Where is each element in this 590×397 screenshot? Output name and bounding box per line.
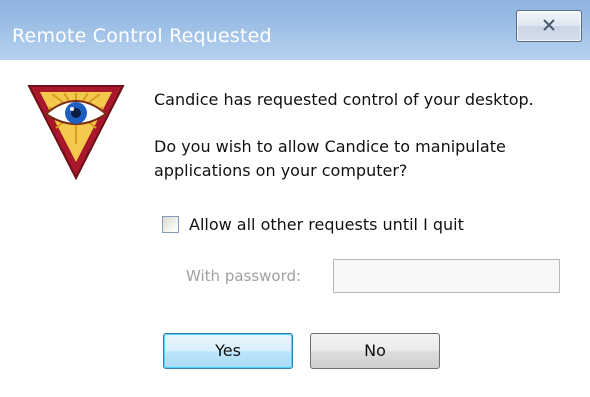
password-label: With password: <box>186 267 302 285</box>
close-x-icon <box>543 19 555 31</box>
password-field[interactable] <box>333 259 560 293</box>
window-title: Remote Control Requested <box>12 25 272 47</box>
yes-button[interactable]: Yes <box>163 333 293 369</box>
remote-control-dialog: Remote Control Requested Candice has req… <box>0 0 590 397</box>
eye-triangle-logo-icon <box>27 85 125 181</box>
request-message: Candice has requested control of your de… <box>154 90 534 109</box>
allow-all-checkbox[interactable] <box>162 216 179 233</box>
title-bar[interactable]: Remote Control Requested <box>0 0 590 60</box>
no-button[interactable]: No <box>310 333 440 369</box>
allow-all-label[interactable]: Allow all other requests until I quit <box>189 215 464 235</box>
close-button[interactable] <box>516 10 582 42</box>
permission-question-line2: applications on your computer? <box>154 161 408 180</box>
permission-question-line1: Do you wish to allow Candice to manipula… <box>154 137 506 156</box>
